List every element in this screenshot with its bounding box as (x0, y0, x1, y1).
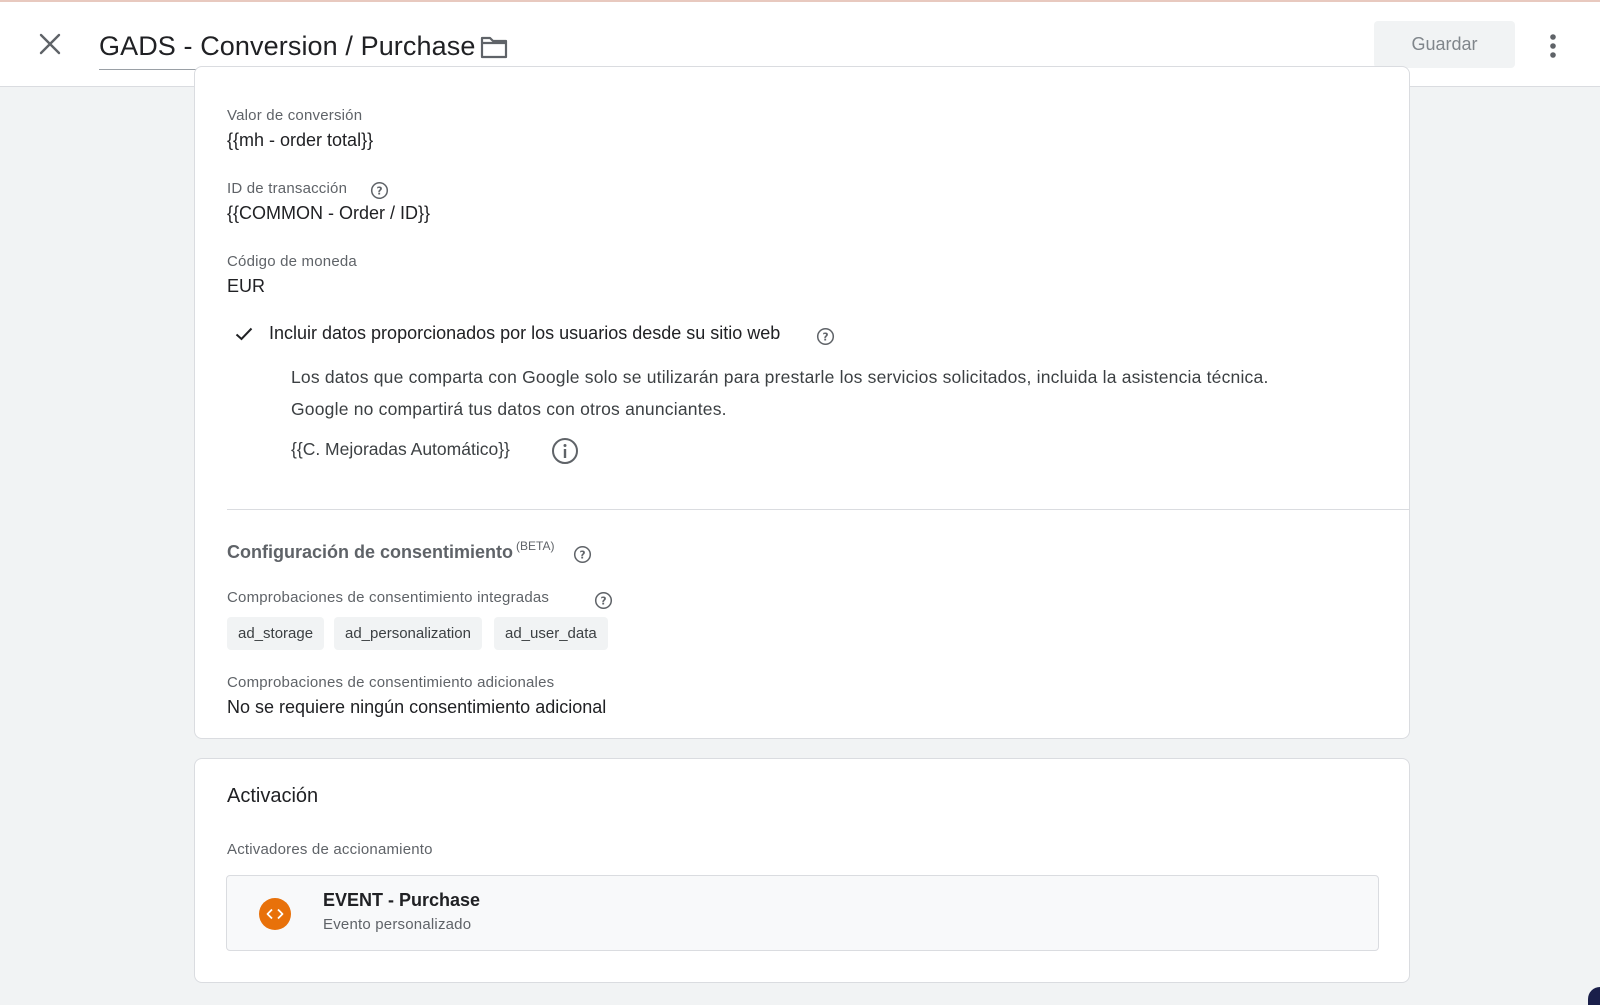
currency-code-label: Código de moneda (227, 253, 357, 270)
tag-editor-window: GADS - Conversion / Purchase Guardar Val… (0, 0, 1600, 1005)
more-vert-icon (1550, 34, 1556, 58)
user-data-label: Incluir datos proporcionados por los usu… (269, 323, 781, 343)
help-icon[interactable]: ? (815, 326, 835, 346)
svg-text:?: ? (579, 549, 585, 561)
svg-text:?: ? (822, 331, 828, 343)
triggering-title: Activación (227, 785, 319, 807)
folder-button[interactable] (477, 30, 511, 64)
firing-triggers-label: Activadores de accionamiento (227, 841, 433, 858)
desktop-corner (1588, 987, 1600, 1005)
beta-badge: (BETA) (516, 539, 555, 553)
help-icon[interactable]: ? (593, 590, 613, 610)
help-icon[interactable]: ? (572, 544, 592, 564)
info-icon[interactable] (551, 437, 579, 465)
transaction-id-label: ID de transacción (227, 180, 348, 197)
user-data-notice-line2: Google no compartirá tus datos con otros… (291, 399, 727, 419)
folder-icon (480, 36, 508, 59)
trigger-item[interactable]: EVENT - Purchase Evento personalizado (226, 875, 1379, 951)
conversion-value-label: Valor de conversión (227, 107, 363, 124)
triggering-card[interactable]: Activación Activadores de accionamiento … (194, 758, 1410, 983)
consent-chip: ad_storage (227, 617, 325, 650)
section-divider (227, 509, 1410, 510)
user-data-variable: {{C. Mejoradas Automático}} (291, 439, 510, 459)
additional-consent-label: Comprobaciones de consentimiento adicion… (227, 674, 555, 691)
tag-configuration-card: Valor de conversión {{mh - order total}}… (194, 66, 1410, 739)
svg-text:?: ? (600, 595, 606, 607)
additional-consent-value: No se requiere ningún consentimiento adi… (227, 697, 607, 717)
save-button[interactable]: Guardar (1374, 21, 1515, 68)
page-title: GADS - Conversion / Purchase (99, 31, 476, 61)
consent-chip: ad_personalization (334, 617, 482, 650)
trigger-name: EVENT - Purchase (323, 890, 481, 910)
user-data-notice-line1: Los datos que comparta con Google solo s… (291, 367, 1269, 387)
custom-event-icon (259, 898, 291, 930)
close-icon (39, 33, 61, 55)
close-button[interactable] (30, 24, 70, 64)
consent-settings-title: Configuración de consentimiento (BETA) (227, 539, 555, 562)
trigger-type: Evento personalizado (323, 916, 472, 933)
tag-name-field[interactable]: GADS - Conversion / Purchase (99, 24, 476, 70)
currency-code-value: EUR (227, 276, 266, 296)
transaction-id-value: {{COMMON - Order / ID}} (227, 203, 431, 223)
builtin-consent-label: Comprobaciones de consentimiento integra… (227, 589, 550, 606)
more-options-button[interactable] (1535, 26, 1571, 66)
help-icon[interactable]: ? (369, 180, 389, 200)
svg-text:?: ? (376, 185, 382, 197)
consent-chip: ad_user_data (494, 617, 608, 650)
check-icon (235, 327, 253, 341)
conversion-value: {{mh - order total}} (227, 130, 374, 150)
